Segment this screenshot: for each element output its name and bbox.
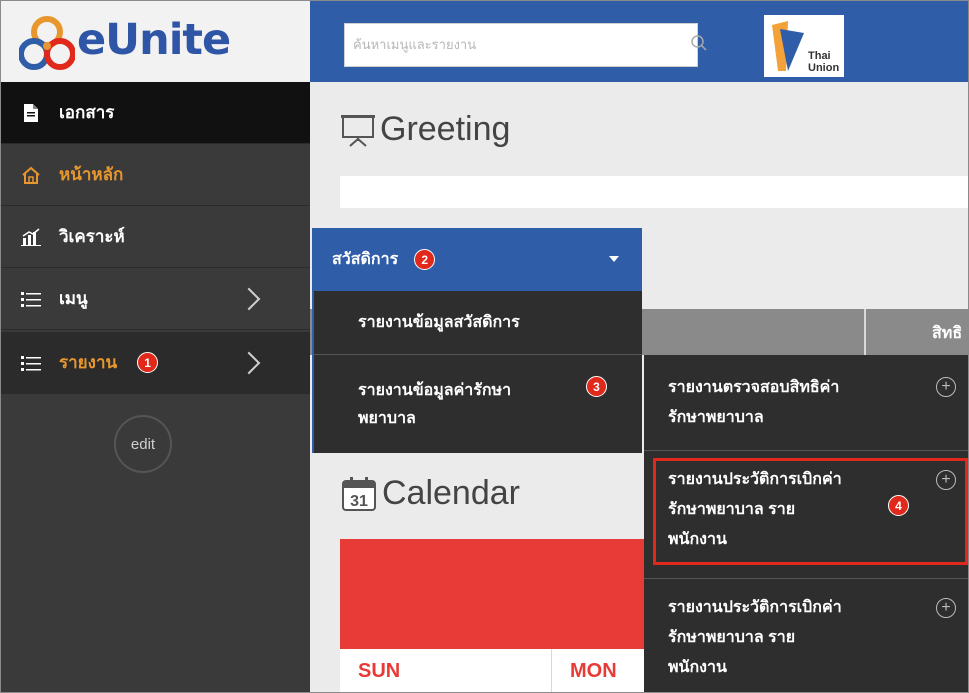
welfare-dropdown-toggle[interactable]: สวัสดิการ 2: [312, 228, 642, 291]
greeting-content-area: [340, 176, 968, 208]
step-badge: 1: [137, 352, 159, 373]
caret-down-icon: [609, 256, 619, 262]
chevron-right-icon: [237, 351, 261, 375]
brand-logo-text: Thai: [808, 50, 831, 62]
calendar-icon-day: 31: [350, 493, 368, 510]
app-window: eUnite เอกสาร หน้าหลัก วิเคราะห์ เมนู รา…: [0, 0, 969, 693]
sidebar: eUnite เอกสาร หน้าหลัก วิเคราะห์ เมนู รา…: [1, 1, 310, 692]
expand-plus-icon[interactable]: +: [936, 377, 956, 397]
calendar-title: Calendar: [382, 474, 520, 512]
page-title: Greeting: [380, 110, 511, 148]
calendar-weekday-row: SUN MON: [340, 649, 680, 692]
document-icon: [21, 103, 41, 123]
header-bar: Thai Union: [310, 1, 968, 82]
submenu-item-medical-claim-history-employee-2[interactable]: รายงานประวัติการเบิกค่า รักษาพยาบาล ราย …: [644, 581, 968, 692]
search-icon[interactable]: [690, 34, 708, 52]
app-name: eUnite: [77, 15, 231, 65]
calendar-icon: 31: [342, 476, 376, 511]
sidebar-item-menu[interactable]: เมนู: [1, 268, 310, 330]
presentation-board-icon: [341, 114, 375, 147]
sidebar-item-documents[interactable]: เอกสาร: [1, 82, 310, 144]
chevron-right-icon: [237, 287, 261, 311]
welfare-dropdown-menu: รายงานข้อมูลสวัสดิการ รายงานข้อมูลค่ารัก…: [312, 291, 642, 453]
step-badge: 2: [414, 249, 436, 270]
weekday-sun: SUN: [340, 649, 552, 692]
edit-button[interactable]: edit: [114, 415, 172, 473]
eunite-logo-icon: [19, 16, 75, 70]
analytics-chart-icon: [21, 227, 41, 247]
expand-plus-icon[interactable]: +: [936, 598, 956, 618]
medical-report-submenu: รายงานตรวจสอบสิทธิค่า รักษาพยาบาล + รายง…: [644, 355, 968, 692]
list-icon: [21, 289, 41, 309]
svg-text:Union: Union: [808, 62, 839, 74]
submenu-label-line2: รักษาพยาบาล: [668, 409, 764, 426]
home-icon: [21, 165, 41, 185]
sidebar-item-label: รายงาน: [59, 353, 118, 372]
column-header: สิทธิ: [932, 325, 963, 342]
sidebar-item-label: เอกสาร: [59, 103, 115, 122]
submenu-label-line1: รายงานประวัติการเบิกค่า: [668, 599, 842, 616]
sidebar-item-reports[interactable]: รายงาน 1: [1, 332, 310, 394]
search-box[interactable]: [344, 23, 707, 67]
step-badge: 3: [586, 376, 607, 397]
calendar-header-block: [340, 539, 680, 649]
sidebar-item-label: วิเคราะห์: [59, 227, 125, 246]
submenu-label-line2: รักษาพยาบาล ราย: [668, 629, 796, 646]
list-icon: [21, 353, 41, 373]
sidebar-item-label: เมนู: [59, 289, 88, 308]
greeting-heading: Greeting: [340, 110, 510, 149]
menu-item-label: รายงานข้อมูลสวัสดิการ: [358, 314, 520, 331]
thai-union-logo-icon: Thai Union: [772, 21, 839, 74]
menu-item-medical-report[interactable]: รายงานข้อมูลค่ารักษา พยาบาล 3: [314, 355, 642, 453]
submenu-label-line3: พนักงาน: [668, 659, 727, 676]
menu-item-label-line2: พยาบาล: [358, 410, 416, 427]
sidebar-item-home[interactable]: หน้าหลัก: [1, 144, 310, 206]
submenu-item-medical-entitlement-check[interactable]: รายงานตรวจสอบสิทธิค่า รักษาพยาบาล +: [644, 355, 968, 451]
sidebar-item-analysis[interactable]: วิเคราะห์: [1, 206, 310, 268]
submenu-label-line1: รายงานตรวจสอบสิทธิค่า: [668, 379, 840, 396]
column-divider: [864, 309, 866, 355]
highlight-box: [653, 458, 968, 565]
calendar-heading: 31 Calendar: [340, 474, 520, 513]
search-input[interactable]: [345, 24, 645, 66]
sidebar-item-label: หน้าหลัก: [59, 165, 124, 184]
logo-area[interactable]: eUnite: [1, 1, 310, 82]
dropdown-label: สวัสดิการ: [332, 251, 399, 268]
menu-item-welfare-report[interactable]: รายงานข้อมูลสวัสดิการ: [314, 291, 642, 355]
thai-union-logo: Thai Union: [764, 15, 844, 77]
